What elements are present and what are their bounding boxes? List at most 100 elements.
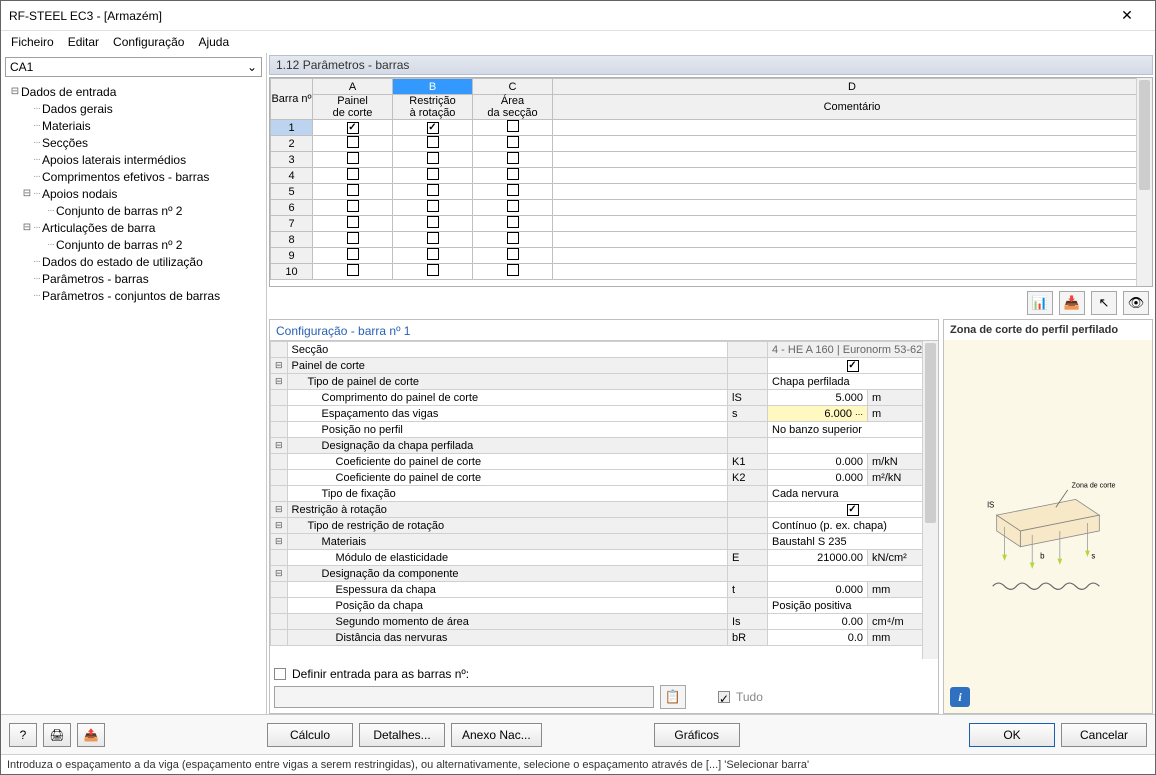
- chevron-down-icon: ⌄: [247, 60, 257, 74]
- grid-checkbox[interactable]: [347, 184, 359, 196]
- ok-button[interactable]: OK: [969, 723, 1055, 747]
- prop-checkbox[interactable]: [847, 504, 859, 516]
- prop-value[interactable]: 0.000: [768, 454, 868, 470]
- menu-edit[interactable]: Editar: [68, 35, 99, 49]
- tree-item[interactable]: ···Conjunto de barras nº 2: [5, 202, 262, 219]
- grid-checkbox[interactable]: [427, 216, 439, 228]
- grid-checkbox[interactable]: [427, 122, 439, 134]
- export-icon[interactable]: 📤: [77, 723, 105, 747]
- grid-checkbox[interactable]: [507, 136, 519, 148]
- tree-root[interactable]: ⊟Dados de entrada: [5, 83, 262, 100]
- status-text: Introduza o espaçamento a da viga (espaç…: [7, 759, 809, 771]
- footer: ? 🖨 📤 Cálculo Detalhes... Anexo Nac... G…: [1, 714, 1155, 754]
- svg-text:lS: lS: [987, 500, 994, 509]
- case-combo-value: CA1: [10, 60, 33, 74]
- details-button[interactable]: Detalhes...: [359, 723, 445, 747]
- define-checkbox[interactable]: [274, 668, 286, 680]
- preview-title: Zona de corte do perfil perfilado: [944, 320, 1152, 340]
- print-icon[interactable]: 🖨: [43, 723, 71, 747]
- svg-text:Zona de corte: Zona de corte: [1072, 481, 1116, 489]
- preview-panel: Zona de corte do perfil perfilado: [943, 319, 1153, 714]
- tudo-checkbox[interactable]: ✓: [718, 691, 730, 703]
- tudo-label: Tudo: [736, 690, 763, 704]
- grid-checkbox[interactable]: [427, 200, 439, 212]
- grid-checkbox[interactable]: [507, 216, 519, 228]
- grid-checkbox[interactable]: [347, 248, 359, 260]
- prop-value[interactable]: 0.000: [768, 470, 868, 486]
- prop-value[interactable]: 0.00: [768, 614, 868, 630]
- props-scrollbar[interactable]: [922, 341, 938, 659]
- info-icon[interactable]: i: [950, 687, 970, 707]
- menu-config[interactable]: Configuração: [113, 35, 184, 49]
- excel-import-icon[interactable]: 📥: [1059, 291, 1085, 315]
- prop-checkbox[interactable]: [847, 360, 859, 372]
- grid-checkbox[interactable]: [507, 232, 519, 244]
- menu-file[interactable]: Ficheiro: [11, 35, 54, 49]
- grid-checkbox[interactable]: [507, 200, 519, 212]
- tree-item[interactable]: ···Apoios laterais intermédios: [5, 151, 262, 168]
- grid-checkbox[interactable]: [427, 168, 439, 180]
- calc-button[interactable]: Cálculo: [267, 723, 353, 747]
- grid-checkbox[interactable]: [427, 136, 439, 148]
- window-title: RF-STEEL EC3 - [Armazém]: [9, 9, 1107, 23]
- close-icon[interactable]: ✕: [1107, 7, 1147, 24]
- statusbar: Introduza o espaçamento a da viga (espaç…: [1, 754, 1155, 774]
- grid-checkbox[interactable]: [347, 232, 359, 244]
- define-input[interactable]: [274, 686, 654, 708]
- grid-checkbox[interactable]: [347, 152, 359, 164]
- define-label: Definir entrada para as barras nº:: [292, 667, 469, 681]
- help-icon[interactable]: ?: [9, 723, 37, 747]
- grid-checkbox[interactable]: [507, 248, 519, 260]
- grid-checkbox[interactable]: [347, 264, 359, 276]
- tree-item[interactable]: ···Dados gerais: [5, 100, 262, 117]
- props-grid-wrap: Secção4 - HE A 160 | Euronorm 53-62⊟Pain…: [270, 340, 938, 659]
- menu-help[interactable]: Ajuda: [198, 35, 229, 49]
- grid-checkbox[interactable]: [427, 152, 439, 164]
- main-grid[interactable]: Barra nºABCDPainelde corteRestriçãoà rot…: [270, 78, 1152, 280]
- tree-item[interactable]: ···Comprimentos efetivos - barras: [5, 168, 262, 185]
- left-panel: CA1 ⌄ ⊟Dados de entrada···Dados gerais··…: [1, 53, 267, 714]
- grid-scrollbar[interactable]: [1136, 78, 1152, 286]
- cancel-button[interactable]: Cancelar: [1061, 723, 1147, 747]
- grid-checkbox[interactable]: [347, 122, 359, 134]
- grid-checkbox[interactable]: [427, 184, 439, 196]
- section-header: 1.12 Parâmetros - barras: [269, 55, 1153, 75]
- grid-checkbox[interactable]: [347, 200, 359, 212]
- prop-value[interactable]: 21000.00: [768, 550, 868, 566]
- tree-item[interactable]: ···Parâmetros - barras: [5, 270, 262, 287]
- prop-value[interactable]: 0.0: [768, 630, 868, 646]
- grid-checkbox[interactable]: [347, 168, 359, 180]
- prop-value[interactable]: 6.000 ⋯: [768, 406, 868, 422]
- grid-checkbox[interactable]: [507, 152, 519, 164]
- prop-value[interactable]: 5.000: [768, 390, 868, 406]
- preview-image: lS b s Zona de corte i: [944, 340, 1152, 713]
- tree-item[interactable]: ···Parâmetros - conjuntos de barras: [5, 287, 262, 304]
- grid-checkbox[interactable]: [507, 168, 519, 180]
- case-combo[interactable]: CA1 ⌄: [5, 57, 262, 77]
- eye-icon[interactable]: 👁: [1123, 291, 1149, 315]
- grid-checkbox[interactable]: [347, 136, 359, 148]
- props-grid[interactable]: Secção4 - HE A 160 | Euronorm 53-62⊟Pain…: [270, 341, 938, 646]
- grid-checkbox[interactable]: [507, 184, 519, 196]
- tree-item[interactable]: ⊟···Articulações de barra: [5, 219, 262, 236]
- grid-checkbox[interactable]: [347, 216, 359, 228]
- excel-export-icon[interactable]: 📊: [1027, 291, 1053, 315]
- svg-text:b: b: [1040, 551, 1045, 560]
- grid-checkbox[interactable]: [427, 232, 439, 244]
- grid-checkbox[interactable]: [507, 264, 519, 276]
- grid-checkbox[interactable]: [427, 264, 439, 276]
- prop-value[interactable]: 0.000: [768, 582, 868, 598]
- tree-item[interactable]: ···Conjunto de barras nº 2: [5, 236, 262, 253]
- grid-checkbox[interactable]: [507, 120, 519, 132]
- pick-member-icon[interactable]: 📋: [660, 685, 686, 709]
- tree-item[interactable]: ⊟···Apoios nodais: [5, 185, 262, 202]
- tree-item[interactable]: ···Secções: [5, 134, 262, 151]
- grid-checkbox[interactable]: [427, 248, 439, 260]
- tree-item[interactable]: ···Materiais: [5, 117, 262, 134]
- tree-item[interactable]: ···Dados do estado de utilização: [5, 253, 262, 270]
- grid-toolbar: 📊 📥 ↖ 👁: [267, 287, 1155, 319]
- nav-tree[interactable]: ⊟Dados de entrada···Dados gerais···Mater…: [3, 79, 264, 712]
- graphics-button[interactable]: Gráficos: [654, 723, 740, 747]
- pick-icon[interactable]: ↖: [1091, 291, 1117, 315]
- annex-button[interactable]: Anexo Nac...: [451, 723, 542, 747]
